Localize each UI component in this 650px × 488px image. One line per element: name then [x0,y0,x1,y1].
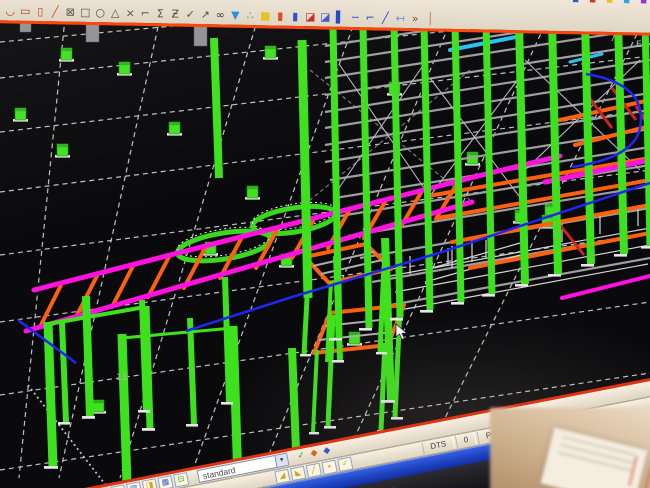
create-point-red-icon[interactable]: ▮ [273,8,287,23]
snap-dot-icon[interactable]: ∙ [321,459,337,474]
select-welds-icon[interactable]: ◨ [142,478,158,488]
snap-intersection-icon[interactable]: × [123,6,137,21]
snap-nearest-icon[interactable]: Ƶ [168,6,182,21]
snap-confirm-icon[interactable]: ✓ [183,7,197,22]
snap-midpoint-icon[interactable]: △ [108,5,122,20]
point-cloud-icon[interactable]: ∴ [243,8,257,23]
background-papers [490,408,650,488]
drawing-doc-icon[interactable]: ▭ [18,4,32,19]
filter-funnel-icon[interactable]: ▼ [228,8,242,23]
part-view-blue-icon[interactable]: ◪ [318,9,332,24]
column-tool-icon[interactable]: ▌ [333,10,347,25]
snap-endpoint-icon[interactable]: □ [78,5,92,20]
render-tool-icon[interactable]: ▪ [636,0,650,8]
select-bolts-icon[interactable]: ▦ [157,475,173,488]
snap-tri-icon[interactable]: ◣ [290,465,306,480]
snap-corner-icon[interactable]: ◢ [274,468,290,483]
part-view-red-icon[interactable]: ◪ [303,9,317,24]
phase-orange-icon[interactable]: ◆ [308,448,321,461]
work-area-icon[interactable]: ■ [258,8,272,23]
monitor-photo: 3 7 5 7 E 11 ▪▪▪▪▪▪ ◡▭▯╱⊠□○△×⌐ΣƵ✓↗ [0,0,650,488]
chevron-down-icon[interactable]: ▾ [274,454,288,467]
binoculars-icon[interactable]: ∞ [213,7,227,22]
apply-check-icon[interactable]: ✓ [295,450,308,463]
end-bar-icon[interactable]: │ [423,11,437,26]
window-tool-icon[interactable]: ▪ [568,0,582,6]
create-point-blue-icon[interactable]: ▮ [288,9,302,24]
fit-work-area-icon[interactable]: ◡ [3,3,17,18]
grid-tool-icon[interactable]: ▪ [585,0,599,7]
snap-geometry-icon[interactable]: ⊠ [63,4,77,19]
snap-center-icon[interactable]: ○ [93,5,107,20]
curved-beam-tool-icon[interactable]: ╱ [378,11,392,26]
select-points-icon[interactable]: ▤ [110,484,126,488]
polybeam-tool-icon[interactable]: ⌐ [363,10,377,25]
snap-extension-icon[interactable]: ↗ [198,7,212,22]
select-views-icon[interactable]: ⊟ [173,472,189,487]
snap-perpendicular-icon[interactable]: ⌐ [138,6,152,21]
camera-tool-icon[interactable]: ▪ [619,0,633,7]
select-lines-icon[interactable]: ▥ [126,481,142,488]
beam-tool-icon[interactable]: ─ [348,10,362,25]
snap-slash-icon[interactable]: ╱ [306,462,322,477]
orthogonal-tool-icon[interactable]: ↤ [393,11,407,26]
view-tool-icon[interactable]: ▪ [602,0,616,7]
fast-forward-icon[interactable]: » [408,11,422,26]
top-toolbar-icons: ◡▭▯╱⊠□○△×⌐ΣƵ✓↗∞▼∴■▮▮◪◪▌─⌐╱↤»│ [3,3,437,26]
measure-icon[interactable]: ╱ [48,4,62,19]
snap-sum-icon[interactable]: Σ [153,6,167,21]
asus-logo: ASUS [352,484,402,488]
phase-blue-icon[interactable]: ◆ [321,445,334,458]
report-doc-icon[interactable]: ▯ [33,4,47,19]
snap-ok-icon[interactable]: ✓ [337,456,353,471]
